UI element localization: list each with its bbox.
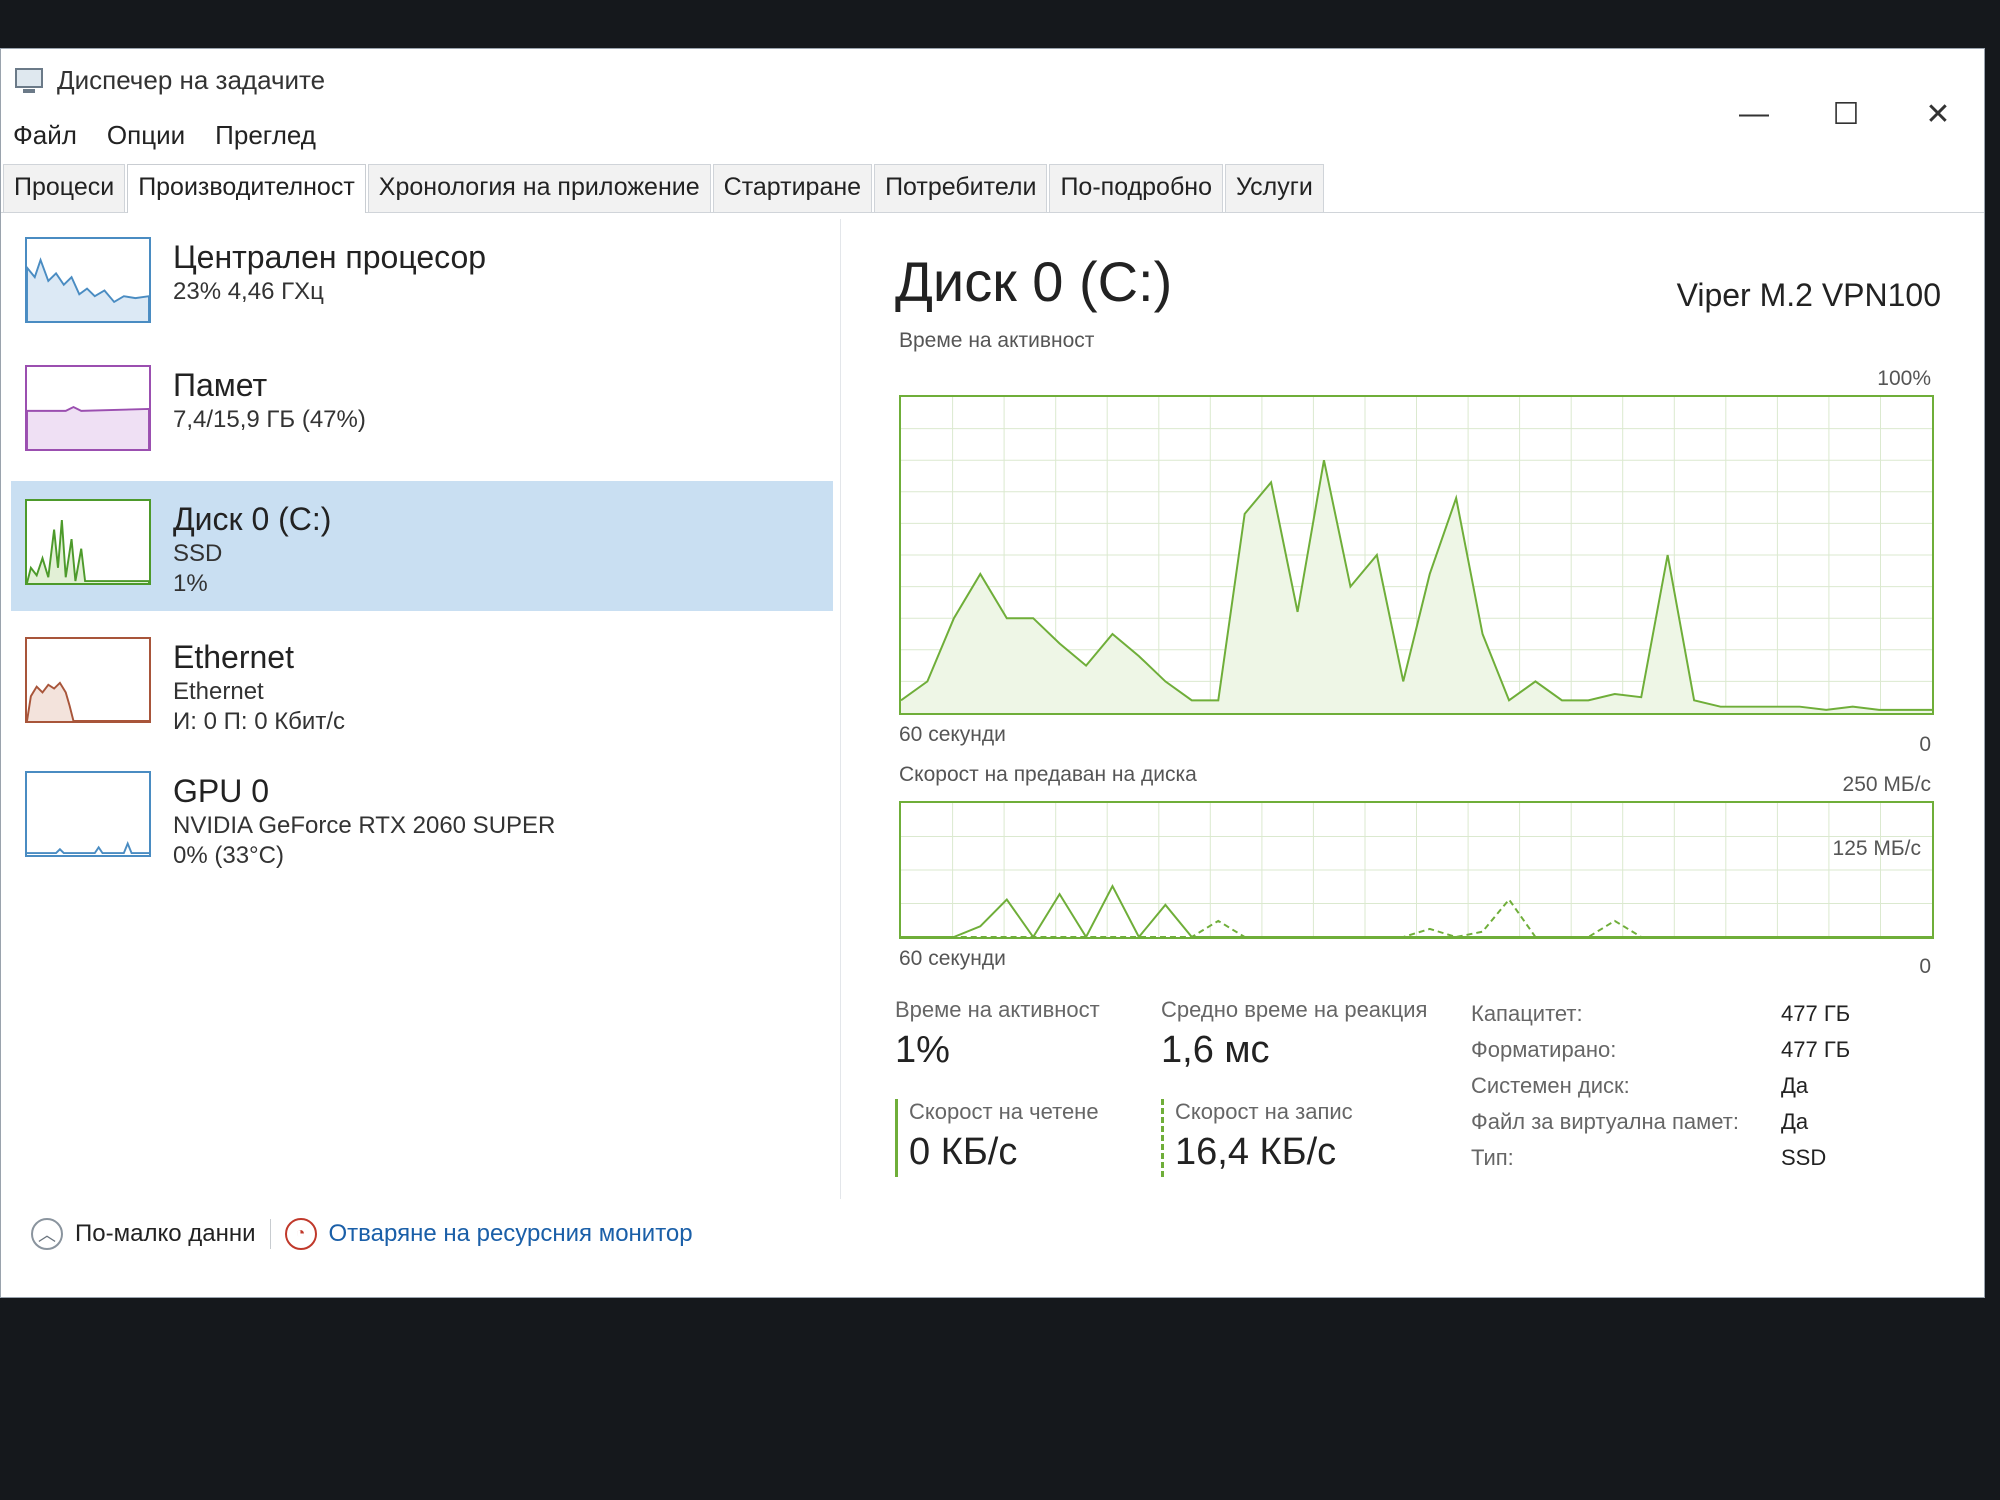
sidebar-cpu-usage: 23% 4,46 ГХц: [173, 278, 324, 305]
transfer-rate-graph: [899, 801, 1934, 939]
window-controls: — ☐ ✕: [1708, 89, 1984, 139]
capacity-label: Капацитет:: [1471, 1001, 1583, 1026]
capacity-value: 477 ГБ: [1781, 1001, 1851, 1026]
performance-sidebar: Централен процесор 23% 4,46 ГХц Памет 7,…: [1, 219, 841, 1199]
formatted-label: Форматирано:: [1471, 1037, 1617, 1062]
type-label: Тип:: [1471, 1145, 1514, 1170]
tab-details[interactable]: По-подробно: [1049, 164, 1223, 212]
sidebar-memory-usage: 7,4/15,9 ГБ (47%): [173, 406, 366, 433]
footer-bar: ︿ По-малко данни ◔ Отваряне на ресурсния…: [31, 1209, 693, 1259]
fewer-details-button[interactable]: По-малко данни: [75, 1220, 256, 1248]
active-graph-label: Време на активност: [899, 329, 1095, 352]
page-file-label: Файл за виртуална памет:: [1471, 1109, 1739, 1134]
sidebar-ethernet-adapter: Ethernet: [173, 678, 264, 705]
minimize-button[interactable]: —: [1708, 89, 1800, 139]
response-time-label: Средно време на реакция: [1161, 997, 1428, 1022]
sidebar-gpu-usage: 0% (33°C): [173, 842, 284, 869]
task-manager-window: Диспечер на задачите — ☐ ✕ Файл Опции Пр…: [0, 48, 1985, 1298]
transfer-graph-time-span: 60 секунди: [899, 947, 1006, 970]
sidebar-gpu-model: NVIDIA GeForce RTX 2060 SUPER: [173, 812, 556, 839]
active-time-plot: [901, 397, 1932, 713]
transfer-graph-label: Скорост на предаван на диска: [899, 763, 1197, 786]
active-graph-time-span: 60 секунди: [899, 723, 1006, 746]
read-rate-indicator: [895, 1099, 898, 1177]
page-file-value: Да: [1781, 1109, 1809, 1134]
gpu-thumbnail-graph: [25, 771, 151, 857]
tab-processes[interactable]: Процеси: [3, 164, 126, 212]
memory-thumbnail-graph: [25, 365, 151, 451]
ethernet-thumbnail-graph: [25, 637, 151, 723]
transfer-rate-plot: [901, 803, 1932, 937]
active-time-value: 1%: [895, 1029, 950, 1071]
disk-thumbnail-graph: [25, 499, 151, 585]
sidebar-memory-title: Памет: [173, 367, 268, 403]
window-title: Диспечер на задачите: [57, 64, 326, 95]
cpu-thumbnail-graph: [25, 237, 151, 323]
tab-strip: Процеси Производителност Хронология на п…: [1, 161, 1984, 213]
page-title: Диск 0 (C:): [895, 250, 1173, 313]
active-graph-min: 0: [1919, 733, 1931, 756]
sidebar-gpu-title: GPU 0: [173, 773, 270, 809]
transfer-graph-min: 0: [1919, 955, 1931, 978]
system-disk-label: Системен диск:: [1471, 1073, 1630, 1098]
formatted-value: 477 ГБ: [1781, 1037, 1851, 1062]
active-graph-max: 100%: [1877, 367, 1931, 390]
title-bar[interactable]: Диспечер на задачите: [1, 49, 1984, 111]
sidebar-ethernet-title: Ethernet: [173, 639, 294, 675]
tab-app-history[interactable]: Хронология на приложение: [367, 164, 711, 212]
tab-startup[interactable]: Стартиране: [712, 164, 873, 212]
sidebar-item-gpu[interactable]: GPU 0 NVIDIA GeForce RTX 2060 SUPER 0% (…: [11, 753, 833, 883]
write-rate-indicator: [1161, 1099, 1164, 1177]
sidebar-disk-title: Диск 0 (C:): [173, 501, 332, 537]
transfer-graph-max: 250 МБ/с: [1842, 773, 1931, 796]
sidebar-cpu-title: Централен процесор: [173, 239, 487, 275]
read-speed-label: Скорост на четене: [909, 1099, 1099, 1124]
disk-model: Viper M.2 VPN100: [1676, 277, 1941, 313]
footer-divider: [269, 1219, 271, 1249]
write-speed-label: Скорост на запис: [1175, 1099, 1353, 1124]
menu-options[interactable]: Опции: [107, 120, 185, 151]
active-time-label: Време на активност: [895, 997, 1100, 1022]
menu-file[interactable]: Файл: [13, 120, 77, 151]
active-time-graph: [899, 395, 1934, 715]
response-time-value: 1,6 мс: [1161, 1029, 1270, 1071]
sidebar-disk-type: SSD: [173, 540, 223, 567]
system-disk-value: Да: [1781, 1073, 1809, 1098]
sidebar-ethernet-throughput: И: 0 П: 0 Кбит/с: [173, 708, 345, 735]
write-speed-value: 16,4 КБ/с: [1175, 1131, 1337, 1173]
transfer-graph-mid: 125 МБ/с: [1832, 837, 1921, 860]
sidebar-item-disk[interactable]: Диск 0 (C:) SSD 1%: [11, 481, 833, 611]
type-value: SSD: [1781, 1145, 1827, 1170]
resource-monitor-icon[interactable]: ◔: [284, 1218, 317, 1250]
chevron-up-icon[interactable]: ︿: [31, 1218, 63, 1250]
menu-bar: Файл Опции Преглед: [1, 111, 334, 159]
disk-detail-panel: Диск 0 (C:) Viper M.2 VPN100 Време на ак…: [881, 219, 1971, 1219]
tab-services[interactable]: Услуги: [1224, 164, 1324, 212]
read-speed-value: 0 КБ/с: [909, 1131, 1018, 1173]
menu-view[interactable]: Преглед: [215, 120, 316, 151]
close-button[interactable]: ✕: [1892, 89, 1984, 139]
open-resource-monitor-link[interactable]: Отваряне на ресурсния монитор: [329, 1220, 693, 1248]
sidebar-item-memory[interactable]: Памет 7,4/15,9 ГБ (47%): [11, 347, 833, 477]
tab-users[interactable]: Потребители: [874, 164, 1048, 212]
sidebar-disk-usage: 1%: [173, 570, 208, 597]
tab-performance[interactable]: Производителност: [127, 164, 366, 213]
maximize-button[interactable]: ☐: [1800, 89, 1892, 139]
sidebar-item-cpu[interactable]: Централен процесор 23% 4,46 ГХц: [11, 219, 833, 349]
task-manager-icon: [13, 65, 47, 95]
sidebar-item-ethernet[interactable]: Ethernet Ethernet И: 0 П: 0 Кбит/с: [11, 619, 833, 749]
